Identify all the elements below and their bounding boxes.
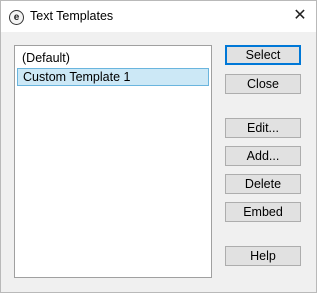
select-button[interactable]: Select [225,45,301,65]
title-bar: e Text Templates ✕ [1,1,316,32]
list-item-custom-template-1[interactable]: Custom Template 1 [17,68,209,86]
close-icon[interactable]: ✕ [289,6,311,26]
add-button[interactable]: Add... [225,146,301,166]
text-templates-dialog: e Text Templates ✕ (Default) Custom Temp… [0,0,317,293]
dialog-title: Text Templates [30,9,114,23]
list-item-default[interactable]: (Default) [17,49,209,67]
delete-button[interactable]: Delete [225,174,301,194]
help-button[interactable]: Help [225,246,301,266]
close-button[interactable]: Close [225,74,301,94]
edit-button[interactable]: Edit... [225,118,301,138]
template-list[interactable]: (Default) Custom Template 1 [14,45,212,278]
embed-button[interactable]: Embed [225,202,301,222]
app-logo-icon: e [9,10,24,25]
